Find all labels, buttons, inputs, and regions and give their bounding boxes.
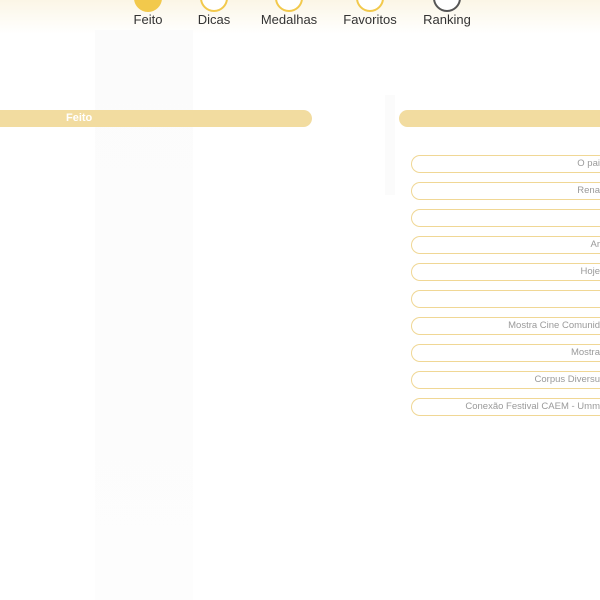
list-item-label: Corpus Diversu (534, 374, 600, 385)
list-item[interactable]: Corpus Diversu (411, 371, 600, 389)
left-panel-title: Feito (66, 112, 93, 124)
list-item-label: Hoje (580, 266, 600, 277)
nav-item-dicas[interactable]: Dicas (189, 0, 239, 34)
nav-item-medalhas[interactable]: Medalhas (259, 0, 319, 34)
nav-item-feito[interactable]: Feito (123, 0, 173, 34)
top-navigation: Feito Dicas Medalhas Favoritos Ranking (0, 0, 600, 34)
nav-label-dicas: Dicas (197, 12, 231, 27)
event-list: O pai Rena Ar Hoje Mostra Cine Comunid M… (411, 155, 600, 425)
background-strip (385, 95, 395, 195)
ranking-icon (433, 0, 461, 12)
list-item-label: Conexão Festival CAEM - Umm (465, 401, 600, 412)
list-item-label: O pai (577, 158, 600, 169)
list-item[interactable]: Hoje (411, 263, 600, 281)
list-item[interactable]: Mostra Cine Comunid (411, 317, 600, 335)
feito-icon (134, 0, 162, 12)
right-panel-header (399, 110, 600, 127)
nav-label-ranking: Ranking (423, 12, 471, 27)
list-item-label: Rena (577, 185, 600, 196)
list-item[interactable] (411, 209, 600, 227)
list-item-label: Mostra Cine Comunid (508, 320, 600, 331)
list-item[interactable]: Conexão Festival CAEM - Umm (411, 398, 600, 416)
list-item[interactable]: O pai (411, 155, 600, 173)
list-item[interactable] (411, 290, 600, 308)
left-panel-header: Feito (0, 110, 312, 127)
nav-label-feito: Feito (133, 12, 163, 27)
nav-item-favoritos[interactable]: Favoritos (340, 0, 400, 34)
list-item[interactable]: Rena (411, 182, 600, 200)
nav-label-medalhas: Medalhas (260, 12, 318, 27)
nav-item-ranking[interactable]: Ranking (421, 0, 473, 34)
medal-icon (275, 0, 303, 12)
nav-label-favoritos: Favoritos (343, 12, 397, 27)
list-item-label: Mostra (570, 347, 600, 358)
dicas-icon (200, 0, 228, 12)
list-item[interactable]: Mostra (411, 344, 600, 362)
favorites-icon (356, 0, 384, 12)
list-item[interactable]: Ar (411, 236, 600, 254)
list-item-label: Ar (590, 239, 600, 250)
